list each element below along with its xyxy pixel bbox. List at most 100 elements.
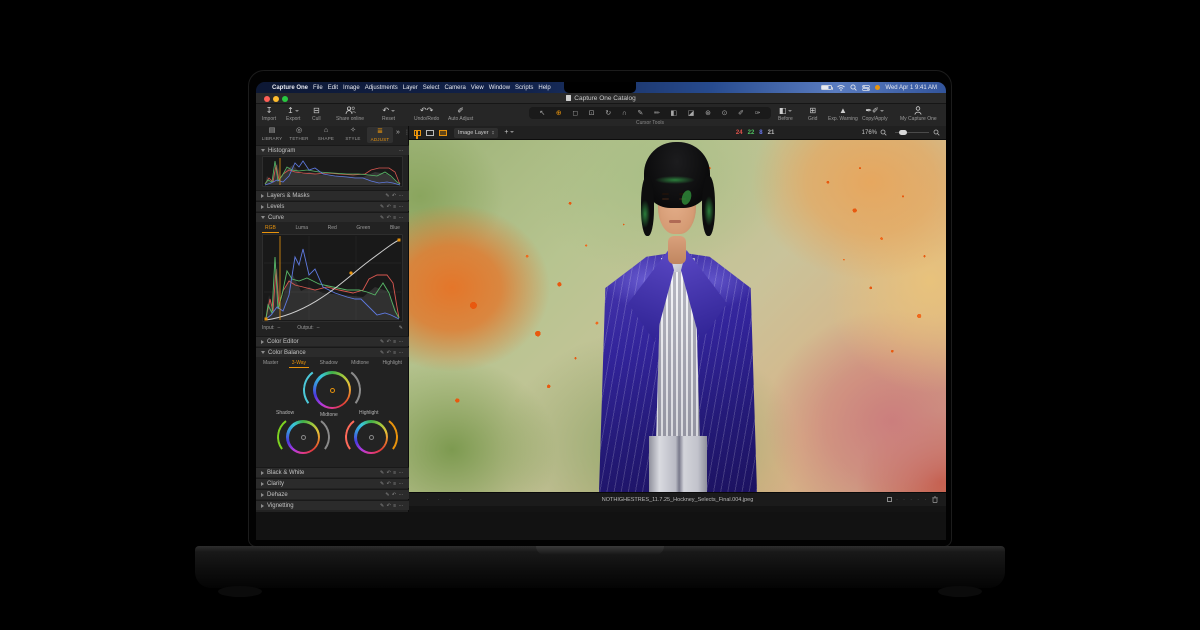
cb-tab-highlight[interactable]: Highlight <box>379 359 404 368</box>
add-layer-button[interactable]: + <box>504 129 514 136</box>
proof-view-icon[interactable] <box>439 129 447 136</box>
tab-style[interactable]: ✧ STYLE <box>340 127 366 141</box>
panel-header-icons[interactable]: ✎ ↶ ⋯ <box>385 492 404 498</box>
panel-header-icons[interactable]: ✎ ↶ ≡ ⋯ <box>380 215 404 221</box>
tab-tether[interactable]: ◎ TETHER <box>286 127 312 141</box>
heal-tool[interactable]: ⊛ <box>705 110 711 117</box>
menu-item-layer[interactable]: Layer <box>403 85 418 91</box>
panel-header-icons[interactable]: ✎ ↶ ≡ ⋯ <box>380 470 404 476</box>
import-button[interactable]: ↧ Import <box>262 106 276 122</box>
select-tool[interactable]: ↖ <box>539 110 545 117</box>
zoom-window-button[interactable] <box>282 95 288 102</box>
erase-mask-tool[interactable]: ✏ <box>654 110 660 117</box>
reset-button[interactable]: ↶ Reset <box>382 106 395 122</box>
crop-tool[interactable]: ◻ <box>572 110 578 117</box>
panel-header-icons[interactable]: ⋯ <box>399 148 405 154</box>
menu-item-view[interactable]: View <box>471 85 484 91</box>
minimize-window-button[interactable] <box>273 95 279 102</box>
spot-tool[interactable]: ∩ <box>622 110 627 117</box>
curve-picker-icon[interactable]: ✎ <box>399 325 403 331</box>
menu-item-file[interactable]: File <box>313 85 323 91</box>
battery-icon[interactable] <box>821 85 834 90</box>
photo-canvas[interactable] <box>409 140 946 492</box>
menu-item-edit[interactable]: Edit <box>328 85 338 91</box>
panel-header-icons[interactable]: ✎ ↶ ⋯ <box>385 193 404 199</box>
copy-apply-button[interactable]: ✒✐ Copy/Apply <box>862 106 888 122</box>
tab-shape[interactable]: ⌂ SHAPE <box>313 127 339 141</box>
pan-tool[interactable]: ⊕ <box>556 110 562 117</box>
curve-tab-blue[interactable]: Blue <box>387 224 403 233</box>
curve-chart[interactable] <box>262 234 403 322</box>
my-capture-one-button[interactable]: My Capture One <box>900 106 937 122</box>
tab-adjust[interactable]: ≣ ADJUST <box>367 127 393 143</box>
laptop-lid-notch <box>536 546 664 555</box>
exposure-warning-button[interactable]: ▲ Exp. Warning <box>828 106 858 122</box>
cb-tab-midtone[interactable]: Midtone <box>348 359 372 368</box>
zoom-menu-icon[interactable] <box>880 129 887 136</box>
before-button[interactable]: ◧ Before <box>778 106 793 122</box>
multi-view-icon[interactable] <box>414 129 421 139</box>
auto-adjust-button[interactable]: ✐ Auto Adjust <box>448 106 473 122</box>
panel-header-layers-masks[interactable]: Layers & Masks ✎ ↶ ⋯ <box>256 190 409 200</box>
close-window-button[interactable] <box>264 95 270 102</box>
grid-button[interactable]: ⊞ Grid <box>808 106 817 122</box>
undo-redo-button[interactable]: ↶↷ Undo/Redo <box>414 106 439 122</box>
menu-item-scripts[interactable]: Scripts <box>515 85 533 91</box>
cb-tab-3way[interactable]: 3-Way <box>288 359 310 368</box>
panel-header-levels[interactable]: Levels ✎ ↶ ≡ ⋯ <box>256 201 409 211</box>
panel-header-histogram[interactable]: Histogram ⋯ <box>256 145 409 155</box>
wifi-icon[interactable] <box>837 84 846 91</box>
expand-tabs-icon[interactable]: » <box>396 129 400 136</box>
panel-header-icons[interactable]: ✎ ↶ ≡ ⋯ <box>380 481 404 487</box>
radial-gradient-mask-tool[interactable]: ◪ <box>688 110 695 117</box>
straighten-tool[interactable]: ⊡ <box>589 110 595 117</box>
panel-header-curve[interactable]: Curve ✎ ↶ ≡ ⋯ <box>256 212 409 222</box>
curve-tab-rgb[interactable]: RGB <box>262 224 279 233</box>
control-center-icon[interactable] <box>862 84 871 91</box>
tab-library[interactable]: ▤ LIBRARY <box>259 127 285 141</box>
trash-icon[interactable] <box>932 496 938 503</box>
cull-button[interactable]: ⊟ Cull <box>312 106 321 122</box>
panel-header-clarity[interactable]: Clarity ✎ ↶ ≡ ⋯ <box>256 478 409 488</box>
cb-tab-master[interactable]: Master <box>260 359 281 368</box>
capture-one-status-icon[interactable] <box>875 85 881 90</box>
panel-header-icons[interactable]: ✎ ↶ ≡ ⋯ <box>380 339 404 345</box>
draw-mask-tool[interactable]: ✎ <box>638 110 644 117</box>
search-icon[interactable] <box>850 84 858 91</box>
menu-item-window[interactable]: Window <box>489 85 510 91</box>
linear-gradient-mask-tool[interactable]: ◧ <box>671 110 678 117</box>
curve-tab-luma[interactable]: Luma <box>292 224 311 233</box>
panel-header-black-white[interactable]: Black & White ✎ ↶ ≡ ⋯ <box>256 467 409 477</box>
document-icon <box>566 95 572 101</box>
annotate-tool[interactable]: ✐ <box>738 110 744 117</box>
panel-header-color-editor[interactable]: Color Editor ✎ ↶ ≡ ⋯ <box>256 336 409 346</box>
panel-header-icons[interactable]: ✎ ↶ ≡ ⋯ <box>380 204 404 210</box>
rotate-tool[interactable]: ↻ <box>605 110 611 117</box>
menu-clock[interactable]: Wed Apr 1 9:41 AM <box>885 85 937 91</box>
menu-item-help[interactable]: Help <box>538 85 550 91</box>
histogram-chart[interactable] <box>262 156 403 187</box>
panel-header-color-balance[interactable]: Color Balance ✎ ↶ ≡ ⋯ <box>256 347 409 357</box>
export-button[interactable]: ↥ Export <box>286 106 300 122</box>
zoom-level[interactable]: 176% <box>862 130 877 136</box>
menu-item-select[interactable]: Select <box>423 85 440 91</box>
layer-selector[interactable]: Image Layer ↕ <box>454 127 499 138</box>
curve-tab-red[interactable]: Red <box>325 224 340 233</box>
menu-item-image[interactable]: Image <box>343 85 360 91</box>
panel-header-icons[interactable]: ✎ ↶ ≡ ⋯ <box>380 503 404 509</box>
panel-header-dehaze[interactable]: Dehaze ✎ ↶ ⋯ <box>256 489 409 499</box>
clone-tool[interactable]: ⊙ <box>722 110 728 117</box>
menu-item-adjustments[interactable]: Adjustments <box>365 85 398 91</box>
single-view-icon[interactable] <box>426 129 434 136</box>
pick-color-tool[interactable]: ✑ <box>755 110 761 117</box>
zoom-slider[interactable] <box>895 129 929 135</box>
magnifier-icon[interactable] <box>933 129 940 136</box>
curve-tab-green[interactable]: Green <box>353 224 373 233</box>
panel-header-vignetting[interactable]: Vignetting ✎ ↶ ≡ ⋯ <box>256 500 409 510</box>
share-online-button[interactable]: Share online <box>336 106 364 122</box>
rating-dots[interactable]: ∙ ∙ ∙ ∙ ∙ <box>896 497 928 503</box>
panel-header-icons[interactable]: ✎ ↶ ≡ ⋯ <box>380 350 404 356</box>
menu-app-name[interactable]: Capture One <box>272 85 308 91</box>
select-image-checkbox[interactable] <box>887 497 893 502</box>
menu-item-camera[interactable]: Camera <box>444 85 465 91</box>
